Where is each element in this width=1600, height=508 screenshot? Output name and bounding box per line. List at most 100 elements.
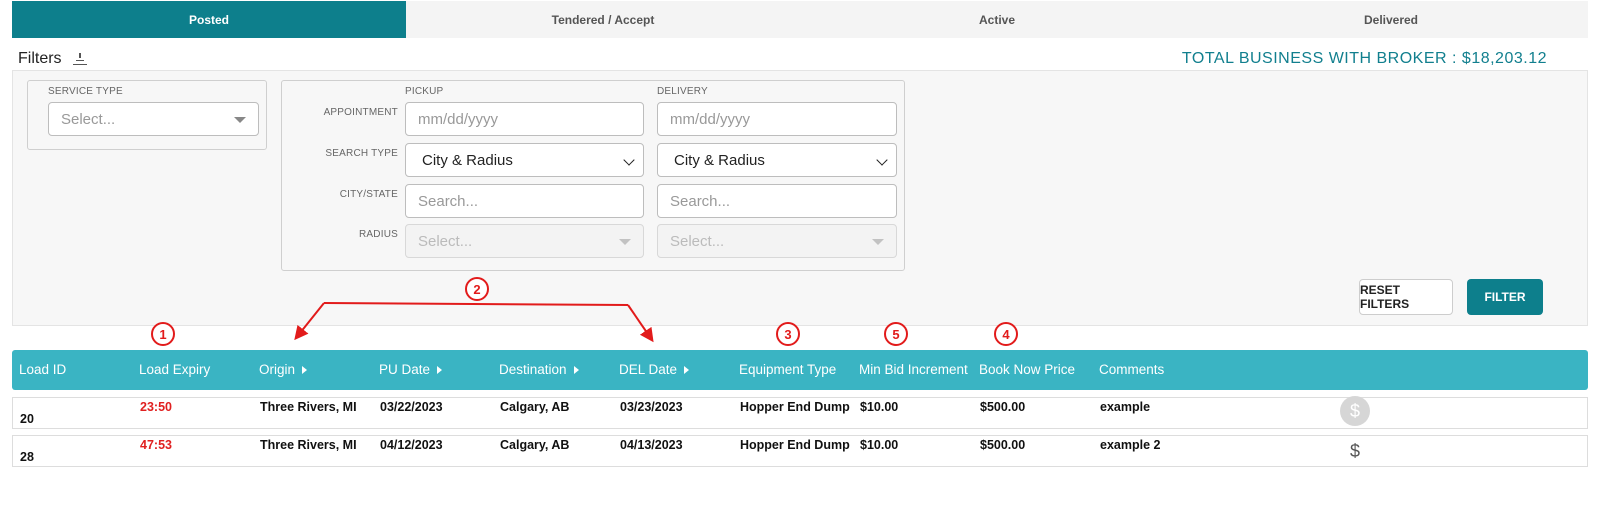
tab-posted[interactable]: Posted: [12, 1, 406, 38]
cell-equipment: Hopper End Dump: [740, 400, 850, 414]
annotation-badge-4: 4: [994, 322, 1018, 346]
delivery-radius-select[interactable]: Select...: [657, 224, 897, 258]
delivery-appointment-input[interactable]: mm/dd/yyyy: [657, 102, 897, 136]
appointment-label: APPOINTMENT: [323, 107, 398, 118]
delivery-label: DELIVERY: [657, 86, 708, 97]
chevron-down-icon: [234, 117, 246, 123]
cell-load-id: 20: [20, 412, 34, 426]
cell-pu-date: 03/22/2023: [380, 400, 443, 414]
radius-label: RADIUS: [359, 229, 398, 240]
service-type-label: SERVICE TYPE: [48, 86, 123, 97]
cell-origin: Three Rivers, MI: [260, 438, 357, 452]
col-min-bid-increment: Min Bid Increment: [859, 362, 968, 377]
col-del-date[interactable]: DEL Date: [619, 362, 690, 377]
cell-del-date: 04/13/2023: [620, 438, 683, 452]
cell-load-expiry: 47:53: [140, 438, 172, 452]
cell-book-now: $500.00: [980, 400, 1026, 414]
annotation-badge-2: 2: [465, 277, 489, 301]
col-origin[interactable]: Origin: [259, 362, 308, 377]
chevron-down-icon: [876, 154, 888, 166]
cell-comments: example: [1100, 400, 1151, 414]
pickup-city-placeholder: Search...: [418, 192, 479, 210]
sort-arrow-icon: [302, 365, 308, 374]
delivery-radius-placeholder: Select...: [670, 232, 725, 250]
pickup-city-input[interactable]: Search...: [405, 184, 644, 218]
col-label: Equipment Type: [739, 362, 837, 377]
cell-equipment: Hopper End Dump: [740, 438, 850, 452]
cell-del-date: 03/23/2023: [620, 400, 683, 414]
table-row[interactable]: 20 23:50 Three Rivers, MI 03/22/2023 Cal…: [12, 396, 1588, 429]
pickup-appointment-input[interactable]: mm/dd/yyyy: [405, 102, 644, 136]
col-label: PU Date: [379, 362, 431, 377]
chevron-down-icon: [872, 239, 884, 245]
cell-pu-date: 04/12/2023: [380, 438, 443, 452]
pickup-search-type-value: City & Radius: [422, 151, 513, 169]
reset-filters-button[interactable]: RESET FILTERS: [1359, 279, 1453, 315]
delivery-search-type-value: City & Radius: [674, 151, 765, 169]
total-business-text: TOTAL BUSINESS WITH BROKER : $18,203.12: [1181, 50, 1547, 67]
status-tabs: Posted Tendered / Accept Active Delivere…: [12, 1, 1588, 38]
col-label: Load ID: [19, 362, 67, 377]
book-now-dollar-button[interactable]: $: [1340, 436, 1370, 466]
col-label: Origin: [259, 362, 296, 377]
dollar-icon: $: [1349, 440, 1360, 461]
delivery-city-input[interactable]: Search...: [657, 184, 897, 218]
filters-title: Filters: [18, 50, 62, 67]
tab-active[interactable]: Active: [800, 1, 1194, 38]
filters-header: Filters: [18, 50, 88, 68]
loads-page: Posted Tendered / Accept Active Delivere…: [0, 0, 1600, 508]
cell-load-id: 28: [20, 450, 34, 464]
pickup-radius-placeholder: Select...: [418, 232, 473, 250]
delivery-city-placeholder: Search...: [670, 192, 731, 210]
city-state-label: CITY/STATE: [339, 189, 398, 200]
annotation-badge-1: 1: [151, 322, 175, 346]
filter-button[interactable]: FILTER: [1467, 279, 1543, 315]
chevron-down-icon: [619, 239, 631, 245]
tab-tendered-accept[interactable]: Tendered / Accept: [406, 1, 800, 38]
col-pu-date[interactable]: PU Date: [379, 362, 443, 377]
service-type-value: Select...: [61, 110, 116, 128]
annotation-badge-3: 3: [776, 322, 800, 346]
cell-destination: Calgary, AB: [500, 438, 570, 452]
col-load-id: Load ID: [19, 362, 66, 377]
col-equipment-type: Equipment Type: [739, 362, 836, 377]
search-type-label: SEARCH TYPE: [325, 148, 398, 159]
cell-origin: Three Rivers, MI: [260, 400, 357, 414]
service-type-box: SERVICE TYPE Select...: [27, 80, 267, 150]
delivery-appointment-placeholder: mm/dd/yyyy: [670, 110, 751, 128]
cell-comments: example 2: [1100, 438, 1161, 452]
cell-destination: Calgary, AB: [500, 400, 570, 414]
sort-arrow-icon: [573, 365, 579, 374]
table-header: Load ID Load Expiry Origin PU Date Desti…: [12, 350, 1588, 390]
col-label: Load Expiry: [139, 362, 211, 377]
chevron-down-icon: [623, 154, 635, 166]
sort-arrow-icon: [437, 365, 443, 374]
col-label: Comments: [1099, 362, 1165, 377]
col-label: DEL Date: [619, 362, 678, 377]
pickup-delivery-box: PICKUP DELIVERY APPOINTMENT SEARCH TYPE …: [281, 80, 905, 271]
service-type-select[interactable]: Select...: [48, 102, 259, 136]
delivery-search-type-select[interactable]: City & Radius: [657, 143, 897, 177]
col-label: Min Bid Increment: [859, 362, 968, 377]
col-comments: Comments: [1099, 362, 1164, 377]
tab-delivered[interactable]: Delivered: [1194, 1, 1588, 38]
pickup-radius-select[interactable]: Select...: [405, 224, 644, 258]
annotation-badge-5: 5: [884, 322, 908, 346]
pickup-label: PICKUP: [405, 86, 444, 97]
cell-min-bid: $10.00: [860, 400, 899, 414]
dollar-icon: $: [1349, 400, 1360, 421]
col-book-now-price: Book Now Price: [979, 362, 1075, 377]
col-label: Destination: [499, 362, 567, 377]
pickup-appointment-placeholder: mm/dd/yyyy: [418, 110, 499, 128]
col-load-expiry: Load Expiry: [139, 362, 210, 377]
collapse-icon[interactable]: [72, 52, 88, 66]
filter-panel: SERVICE TYPE Select... PICKUP DELIVERY A…: [12, 70, 1588, 326]
cell-book-now: $500.00: [980, 438, 1026, 452]
pickup-search-type-select[interactable]: City & Radius: [405, 143, 644, 177]
table-row[interactable]: 28 47:53 Three Rivers, MI 04/12/2023 Cal…: [12, 435, 1588, 467]
cell-min-bid: $10.00: [860, 438, 899, 452]
bid-dollar-button[interactable]: $: [1340, 396, 1370, 426]
col-label: Book Now Price: [979, 362, 1076, 377]
cell-load-expiry: 23:50: [140, 400, 172, 414]
col-destination[interactable]: Destination: [499, 362, 579, 377]
